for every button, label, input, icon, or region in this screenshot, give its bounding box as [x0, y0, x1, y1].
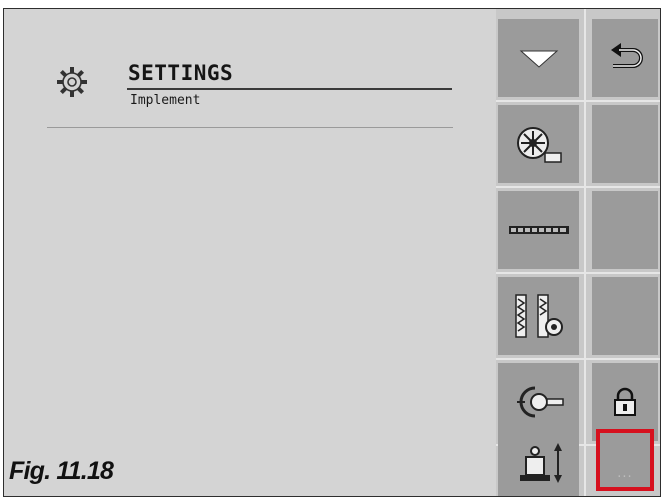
return-arrow-icon [605, 40, 645, 76]
screen-frame: SETTINGS Implement Fig. 11.18 ... [3, 8, 661, 497]
row-divider [496, 186, 660, 188]
empty-softkey [592, 105, 658, 183]
figure-caption: Fig. 11.18 [9, 457, 114, 485]
softkey-column-divider [584, 9, 586, 496]
row-divider [496, 358, 660, 360]
subtitle-divider [47, 127, 453, 128]
row-divider [496, 272, 660, 274]
settings-gear-icon [54, 64, 90, 100]
fan-speed-button[interactable] [498, 105, 579, 183]
boom-sections-icon [508, 224, 570, 236]
title-underline [127, 88, 452, 90]
tramline-settings-icon [512, 293, 566, 339]
hitch-icon [513, 382, 565, 422]
tramline-settings-button[interactable] [498, 277, 579, 355]
fan-speed-icon [513, 123, 565, 165]
back-button[interactable] [592, 19, 658, 97]
more-icon: ... [617, 466, 633, 481]
boom-sections-button[interactable] [498, 191, 579, 269]
main-content: SETTINGS Implement Fig. 11.18 [4, 9, 496, 496]
triangle-down-icon [519, 47, 559, 69]
softkey-panel: ... [496, 9, 660, 496]
page-subtitle: Implement [130, 93, 201, 108]
more-button[interactable]: ... [596, 429, 654, 491]
row-divider [496, 100, 660, 102]
empty-softkey [592, 191, 658, 269]
lock-icon [612, 387, 638, 417]
dropdown-button[interactable] [498, 19, 579, 97]
implement-lift-icon [514, 441, 564, 485]
empty-softkey [592, 277, 658, 355]
implement-lift-button[interactable] [498, 429, 579, 496]
page-title: SETTINGS [128, 61, 234, 85]
